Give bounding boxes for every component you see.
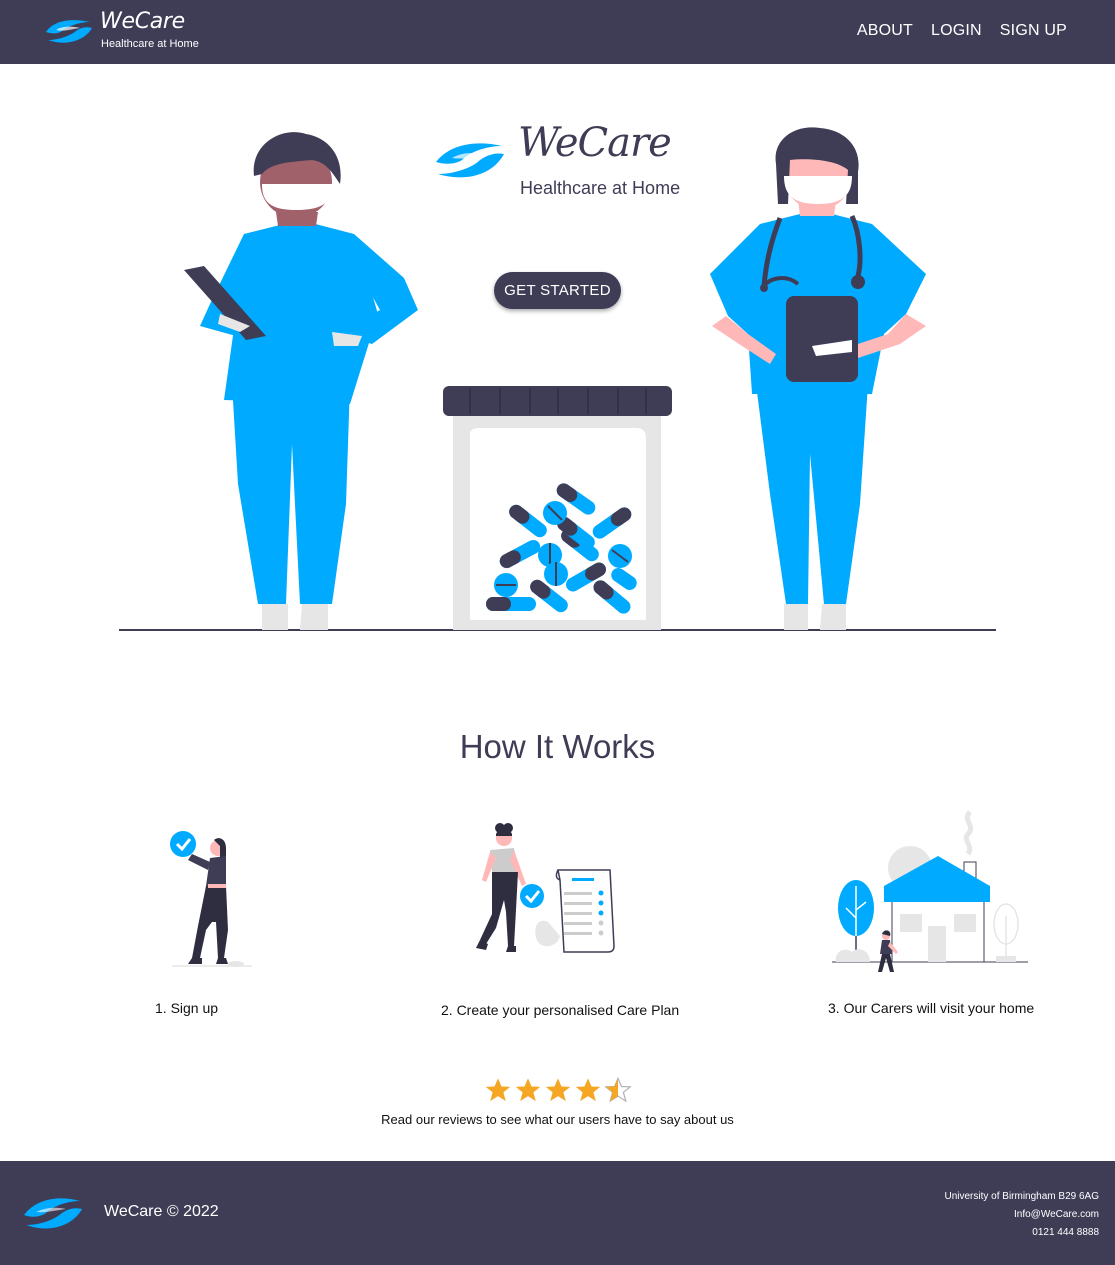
home-visit-illustration-icon	[832, 810, 1028, 972]
footer-contact: University of Birmingham B29 6AG Info@We…	[944, 1188, 1099, 1242]
nav-link-sign-up[interactable]: SIGN UP	[1000, 22, 1067, 40]
star-full-icon	[515, 1078, 540, 1102]
footer-copyright: WeCare © 2022	[104, 1203, 219, 1220]
nav-links: ABOUT LOGIN SIGN UP	[857, 22, 1067, 40]
footer-email[interactable]: Info@WeCare.com	[944, 1206, 1099, 1224]
nav-brand-subtitle: Healthcare at Home	[101, 38, 199, 50]
footer-address: University of Birmingham B29 6AG	[944, 1191, 1099, 1202]
nav-logo[interactable]: WeCare Healthcare at Home	[40, 8, 220, 56]
footer-phone[interactable]: 0121 444 8888	[944, 1224, 1099, 1242]
care-plan-illustration-icon	[476, 823, 615, 953]
hero-logo: WeCare Healthcare at Home	[432, 120, 702, 212]
left-doctor-figure	[184, 132, 418, 630]
step-3-label: 3. Our Carers will visit your home	[828, 1000, 1035, 1016]
get-started-button[interactable]: GET STARTED	[494, 272, 621, 309]
hero-brand-subtitle: Healthcare at Home	[520, 178, 681, 198]
nav-brand-title: WeCare	[100, 9, 185, 34]
sign-up-illustration-icon	[170, 831, 252, 967]
wecare-logo-icon	[24, 1198, 82, 1229]
wecare-logo-icon	[46, 20, 92, 43]
reviews-section	[0, 1076, 1115, 1109]
star-full-icon	[545, 1078, 570, 1102]
hero-brand-title: WeCare	[518, 120, 672, 166]
nav-link-about[interactable]: ABOUT	[857, 22, 913, 40]
star-half-icon	[603, 1076, 632, 1103]
hero-section: WeCare Healthcare at Home GET STARTED	[0, 64, 1115, 664]
star-full-icon	[485, 1078, 510, 1102]
reviews-link-text[interactable]: Read our reviews to see what our users h…	[0, 1112, 1115, 1127]
star-full-icon	[575, 1078, 600, 1102]
nav-link-login[interactable]: LOGIN	[931, 22, 982, 40]
step-1-label: 1. Sign up	[155, 1000, 219, 1016]
how-it-works-title: How It Works	[459, 728, 656, 765]
right-doctor-figure	[710, 127, 926, 630]
star-rating[interactable]	[484, 1076, 632, 1104]
footer: WeCare © 2022 University of Birmingham B…	[0, 1161, 1115, 1265]
navbar: WeCare Healthcare at Home ABOUT LOGIN SI…	[0, 0, 1115, 64]
wecare-logo-icon	[436, 143, 504, 178]
step-2-label: 2. Create your personalised Care Plan	[441, 1002, 680, 1018]
pill-jar	[443, 386, 672, 630]
